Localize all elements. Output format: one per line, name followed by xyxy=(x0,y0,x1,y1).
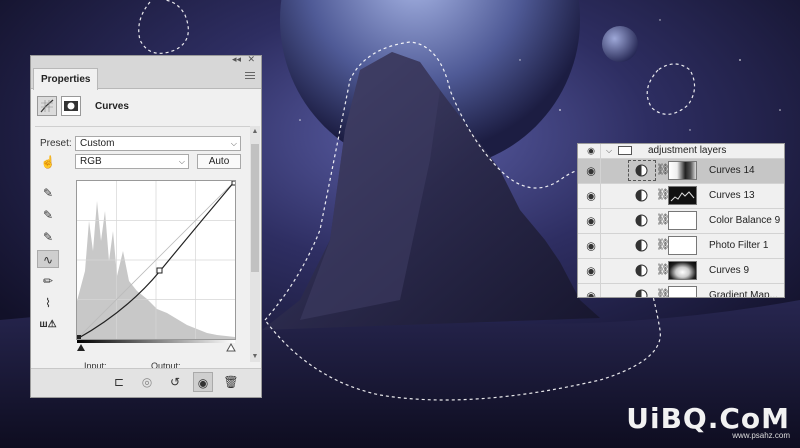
panel-menu-icon[interactable] xyxy=(245,72,255,81)
divider xyxy=(600,259,601,283)
divider xyxy=(600,159,601,183)
layer-mask-thumbnail[interactable] xyxy=(668,186,697,205)
smooth-icon[interactable]: ⌇ xyxy=(37,294,59,312)
preset-label: Preset: xyxy=(40,138,72,149)
adjustment-title: Curves xyxy=(95,101,129,112)
layer-row[interactable]: ◉ ⛓ Color Balance 9 xyxy=(578,209,784,234)
chevron-down-icon[interactable]: ⌵ xyxy=(606,144,612,158)
curve-startpoint xyxy=(77,335,81,339)
divider xyxy=(600,184,601,208)
divider xyxy=(600,144,601,158)
preset-value: Custom xyxy=(80,138,115,149)
chevron-down-icon: ⌵ xyxy=(230,139,237,148)
curves-adjustment-icon[interactable] xyxy=(37,96,57,116)
properties-panel: ◂◂ ✕ Properties Curves Preset: Custom ⌵ … xyxy=(30,54,262,398)
scroll-up-icon[interactable]: ▲ xyxy=(250,128,260,135)
curves-adjustment-icon xyxy=(635,164,648,177)
targeted-adjustment-icon[interactable]: ☝ xyxy=(37,153,59,171)
layer-mask-thumbnail[interactable] xyxy=(668,211,697,230)
layer-name: Curves 13 xyxy=(709,190,755,201)
channel-select[interactable]: RGB ⌵ xyxy=(75,154,189,169)
layer-mask-thumbnail[interactable] xyxy=(668,286,697,297)
color-balance-adjustment-icon xyxy=(635,214,648,227)
curve-point xyxy=(156,267,163,274)
layer-mask-thumbnail[interactable] xyxy=(668,261,697,280)
double-close-icon[interactable]: ◂◂ xyxy=(232,54,241,65)
eye-icon[interactable]: ◉ xyxy=(583,240,599,253)
layer-row[interactable]: ◉ ⛓ Photo Filter 1 xyxy=(578,234,784,259)
eye-icon[interactable]: ◉ xyxy=(583,265,599,278)
preset-select[interactable]: Custom ⌵ xyxy=(75,136,241,151)
scroll-down-icon[interactable]: ▼ xyxy=(250,353,260,360)
panel-tabbar: Properties xyxy=(31,66,261,90)
eye-icon[interactable]: ◉ xyxy=(193,372,213,392)
layer-name: Photo Filter 1 xyxy=(709,240,769,251)
layers-panel: ◉ ⌵ adjustment layers ◉ ⛓ Curves 14 ◉ ⛓ … xyxy=(577,143,785,298)
auto-button[interactable]: Auto xyxy=(197,154,241,169)
trash-icon[interactable]: 🗑 xyxy=(221,372,241,392)
gradient-map-adjustment-icon xyxy=(635,289,648,297)
layer-row[interactable]: ◉ ⛓ Curves 14 xyxy=(578,159,784,184)
panel-topstrip: ◂◂ ✕ xyxy=(31,54,261,66)
layer-name: Curves 14 xyxy=(709,165,755,176)
layer-name: Color Balance 9 xyxy=(709,215,781,226)
layer-mask-icon[interactable] xyxy=(61,96,81,116)
layer-group-name: adjustment layers xyxy=(648,145,727,156)
panel-scrollbar[interactable]: ▲ ▼ xyxy=(250,126,260,362)
divider xyxy=(600,234,601,258)
white-eyedropper-icon[interactable]: ✎ xyxy=(37,228,59,246)
channel-value: RGB xyxy=(80,156,102,167)
layer-row[interactable]: ◉ ⛓ Curves 9 xyxy=(578,259,784,284)
black-slider[interactable] xyxy=(77,344,85,351)
layer-mask-thumbnail[interactable] xyxy=(668,236,697,255)
eye-icon[interactable]: ◉ xyxy=(583,165,599,178)
eye-icon[interactable]: ◉ xyxy=(583,290,599,298)
clipping-warning-icon[interactable]: ш⚠ xyxy=(37,316,59,334)
chevron-down-icon: ⌵ xyxy=(178,157,185,166)
layer-name: Gradient Map... xyxy=(709,290,778,298)
divider xyxy=(600,284,601,297)
layer-row[interactable]: ◉ ⛓ Curves 13 xyxy=(578,184,784,209)
curve-endpoint xyxy=(231,180,237,186)
view-previous-icon[interactable]: ◎ xyxy=(137,372,157,392)
curve-points-icon[interactable]: ∿ xyxy=(37,250,59,268)
layer-row[interactable]: ◉ ⛓ Gradient Map... xyxy=(578,284,784,298)
moon xyxy=(602,26,638,62)
divider xyxy=(35,126,257,127)
clip-to-layer-icon[interactable]: ⊏ xyxy=(109,372,129,392)
layer-name: Curves 9 xyxy=(709,265,750,276)
layer-group-row[interactable]: ◉ ⌵ adjustment layers xyxy=(578,144,784,159)
folder-icon xyxy=(618,146,632,155)
input-gradient xyxy=(77,340,236,352)
curves-adjustment-icon xyxy=(635,264,648,277)
tab-properties[interactable]: Properties xyxy=(33,68,99,90)
curves-graph[interactable] xyxy=(76,180,237,340)
divider xyxy=(600,209,601,233)
layer-mask-thumbnail[interactable] xyxy=(668,161,697,180)
eye-icon[interactable]: ◉ xyxy=(583,215,599,228)
panel-footer: ⊏ ◎ ↺ ◉ 🗑 xyxy=(31,368,261,397)
pencil-icon[interactable]: ✏ xyxy=(37,272,59,290)
reset-icon[interactable]: ↺ xyxy=(165,372,185,392)
photo-filter-adjustment-icon xyxy=(635,239,648,252)
eye-icon[interactable]: ◉ xyxy=(583,146,599,157)
gray-eyedropper-icon[interactable]: ✎ xyxy=(37,206,59,224)
curves-adjustment-icon xyxy=(635,189,648,202)
close-icon[interactable]: ✕ xyxy=(247,54,255,65)
eye-icon[interactable]: ◉ xyxy=(583,190,599,203)
scroll-thumb[interactable] xyxy=(251,144,259,272)
white-slider[interactable] xyxy=(226,342,236,352)
watermark: UiBQ.CoM www.psahz.com xyxy=(626,402,790,440)
black-eyedropper-icon[interactable]: ✎ xyxy=(37,184,59,202)
